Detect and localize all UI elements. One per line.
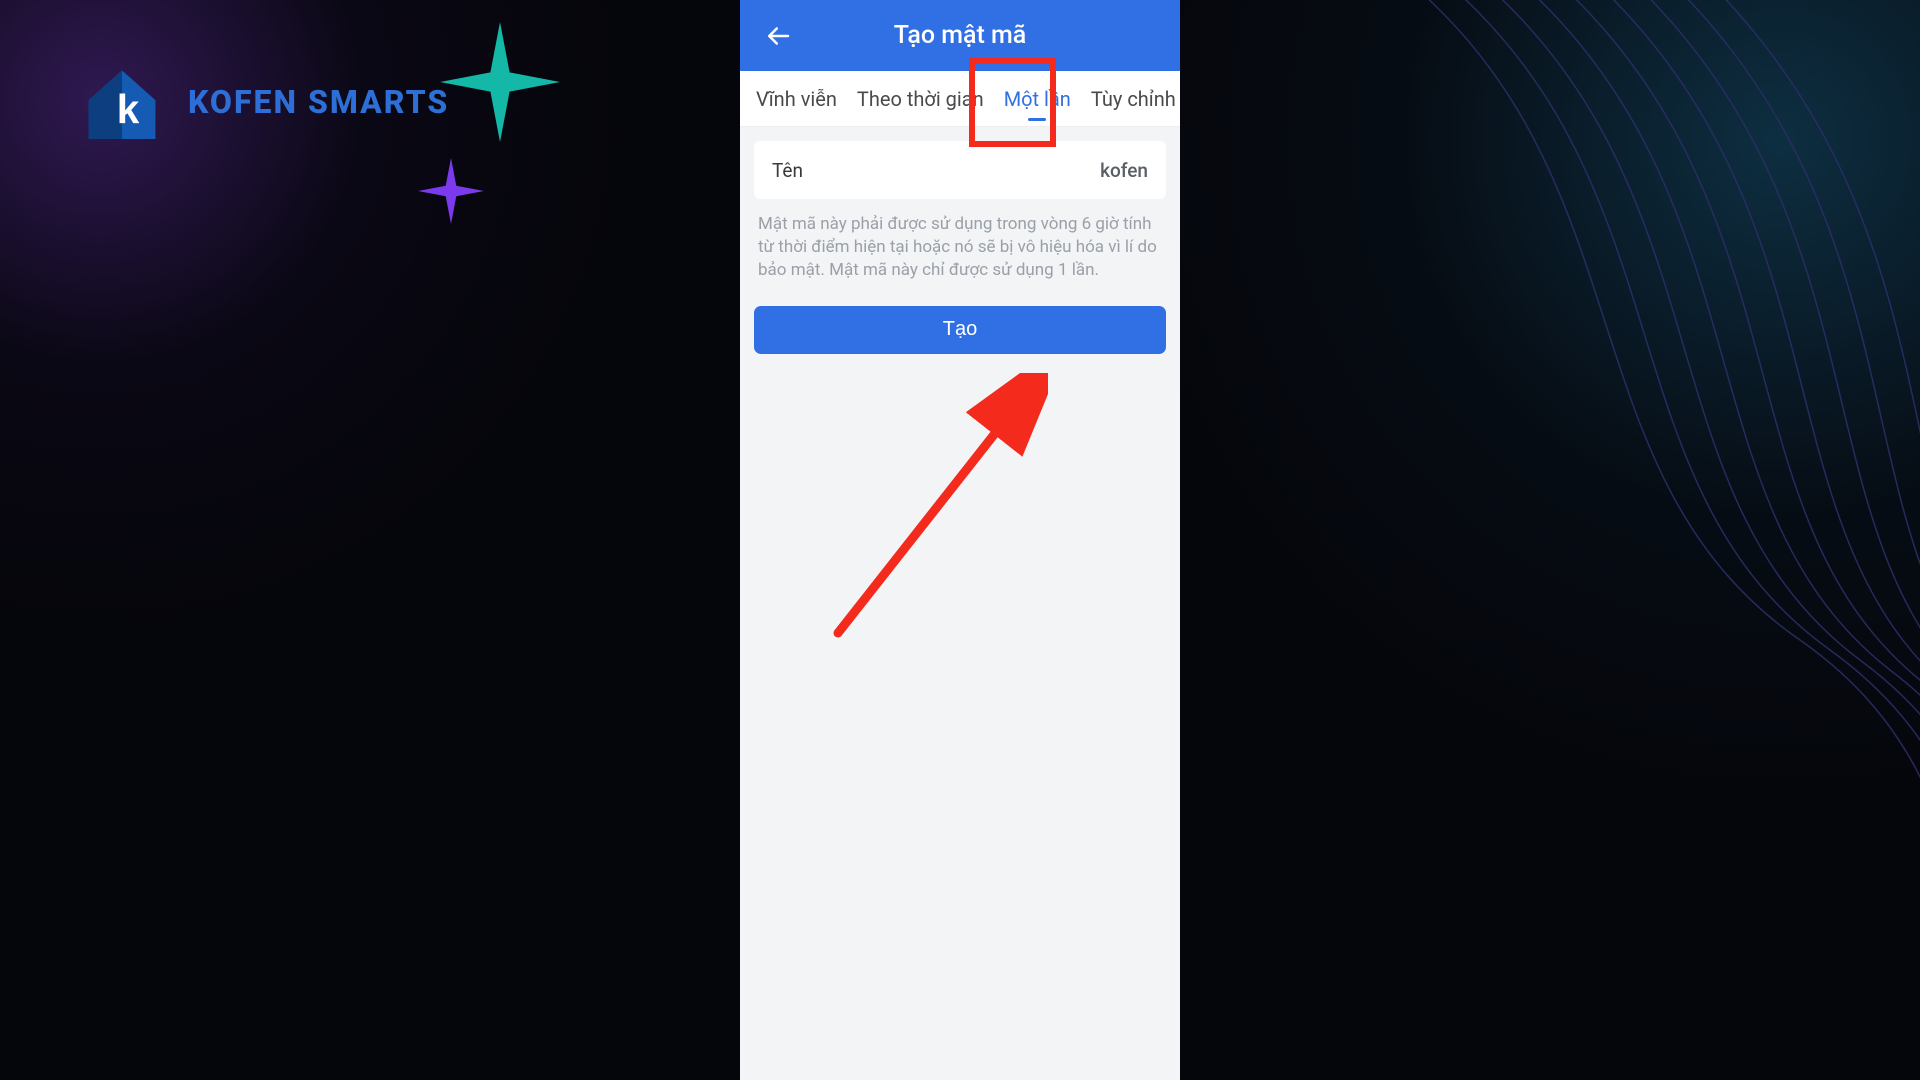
app-header: Tạo mật mã <box>740 0 1180 71</box>
create-button[interactable]: Tạo <box>754 306 1166 354</box>
hint-text: Mật mã này phải được sử dụng trong vòng … <box>754 199 1166 282</box>
name-field-label: Tên <box>772 159 803 182</box>
name-field-value: kofen <box>1100 159 1148 182</box>
tab-permanent[interactable]: Vĩnh viễn <box>746 71 847 127</box>
tab-timed[interactable]: Theo thời gian <box>847 71 994 127</box>
brand-name: KOFEN SMARTS <box>188 83 449 121</box>
tab-custom[interactable]: Tùy chỉnh <box>1081 71 1180 127</box>
sparkle-icon <box>440 22 560 142</box>
tab-onetime[interactable]: Một lần <box>994 71 1081 127</box>
phone-screen: Tạo mật mã Vĩnh viễn Theo thời gian Một … <box>740 0 1180 1080</box>
back-arrow-icon <box>763 21 793 51</box>
svg-text:k: k <box>117 86 140 132</box>
brand-logo: k KOFEN SMARTS <box>78 58 449 146</box>
bg-glow-right <box>1120 0 1920 800</box>
brand-logo-mark: k <box>78 58 166 146</box>
sparkle-icon <box>418 158 484 224</box>
phone-body: Tên kofen Mật mã này phải được sử dụng t… <box>740 127 1180 1080</box>
name-field[interactable]: Tên kofen <box>754 141 1166 199</box>
tab-strip: Vĩnh viễn Theo thời gian Một lần Tùy chỉ… <box>740 71 1180 127</box>
back-button[interactable] <box>758 16 798 56</box>
header-title: Tạo mật mã <box>894 21 1027 50</box>
